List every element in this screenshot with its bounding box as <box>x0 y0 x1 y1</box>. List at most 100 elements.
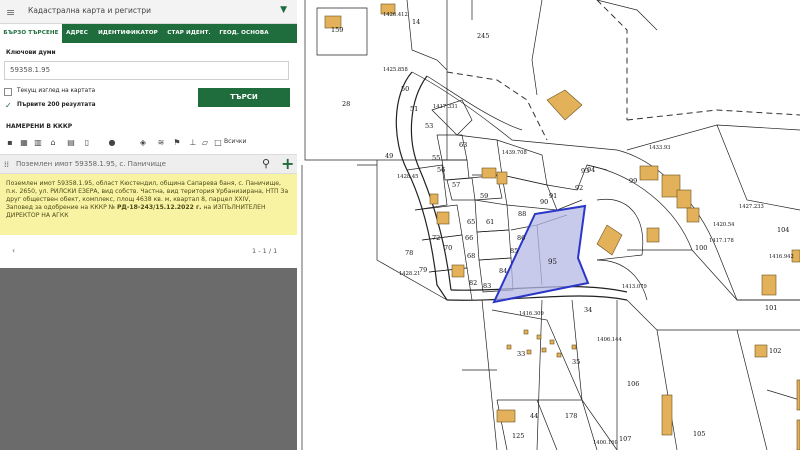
parcel-label-33: 33 <box>517 350 525 358</box>
flag-filter-icon[interactable]: ⚑ <box>170 134 184 152</box>
parcel-label-83: 83 <box>483 282 491 290</box>
building <box>451 264 465 278</box>
map-canvas[interactable]: 14 245 159 28 50 51 53 55 56 57 63 49 59… <box>297 0 800 450</box>
building-filter-icon[interactable]: ▤ <box>64 134 78 152</box>
parcel-label-28: 28 <box>342 100 350 108</box>
building <box>754 344 768 358</box>
parcel-label-51: 51 <box>410 105 418 113</box>
layers-filter-icon[interactable]: ◈ <box>136 134 150 152</box>
parcel-label-245: 245 <box>477 32 489 40</box>
result-header[interactable]: ⁞⁞ Поземлен имот 59358.1.95, с. Паничище… <box>0 154 297 174</box>
parcel-label-125: 125 <box>512 432 524 440</box>
stack-filter-icon[interactable]: ≋ <box>154 134 168 152</box>
filter-icon-row: ▪ ▦ ▥ ⌂ ▤ ▯ ● ◈ ≋ ⚑ ⊥ ▱ □ Всички <box>0 134 297 152</box>
plus-icon[interactable]: + <box>281 154 294 173</box>
small-building <box>541 347 547 353</box>
all-checkbox[interactable]: □ <box>211 134 225 152</box>
parcel-label-35: 35 <box>572 358 580 366</box>
chevron-down-icon[interactable]: ▼ <box>280 5 287 15</box>
point-label: 1416.942 <box>769 254 794 260</box>
result-description: Поземлен имот 59358.1.95, област Кюстенд… <box>6 180 289 203</box>
parcel-label-102: 102 <box>769 347 781 355</box>
pager-prev-button[interactable]: ‹ <box>12 246 15 255</box>
layer-dropdown[interactable]: ≡ Кадастрална карта и регистри ▼ <box>0 0 297 24</box>
small-building <box>506 344 512 350</box>
building <box>481 167 497 179</box>
small-building <box>536 334 542 340</box>
parcel-label-14: 14 <box>412 18 420 26</box>
parcel-label-85: 85 <box>510 247 518 255</box>
first-200-checkbox[interactable]: ✓ <box>5 102 12 110</box>
point-label: 1417.331 <box>433 104 458 110</box>
parcel-label-90: 90 <box>540 198 548 206</box>
tab-quick-search[interactable]: БЪРЗО ТЪРСЕНЕ <box>0 24 62 43</box>
parcel-label-61: 61 <box>486 218 494 226</box>
parcel-label-88: 88 <box>518 210 526 218</box>
building <box>761 274 777 296</box>
parcel-label-59: 59 <box>480 192 488 200</box>
parcel-label-34: 34 <box>584 306 592 314</box>
tab-identifier[interactable]: ИДЕНТИФИКАТОР <box>92 24 164 43</box>
building <box>429 193 439 205</box>
parcel-label-91: 91 <box>549 192 557 200</box>
parcel-label-101: 101 <box>765 304 777 312</box>
magnifier-icon[interactable]: ⚲ <box>262 157 270 170</box>
small-building <box>549 339 555 345</box>
polygon-filter-icon[interactable]: ▱ <box>198 134 212 152</box>
grid-filter-icon[interactable]: ▪ <box>3 134 17 152</box>
parcel-label-159: 159 <box>331 26 343 34</box>
small-building <box>556 352 562 358</box>
parcel-label-65: 65 <box>467 218 475 226</box>
building <box>676 189 692 209</box>
current-view-checkbox[interactable] <box>4 88 12 96</box>
point-label: 1406.144 <box>597 337 622 343</box>
house-filter-icon[interactable]: ⌂ <box>46 134 60 152</box>
point-label: 1420.54 <box>713 222 735 228</box>
columns-filter-icon[interactable]: ▥ <box>31 134 45 152</box>
point-label: 1416.309 <box>519 311 544 317</box>
result-title: Поземлен имот 59358.1.95, с. Паничище <box>16 160 166 168</box>
parcel-label-107: 107 <box>619 435 631 443</box>
building <box>686 207 700 223</box>
first-200-label: Първите 200 резултата <box>17 102 96 108</box>
point-label: 1428.21 <box>399 271 420 277</box>
approval-order: Заповед за одобрение на КККР № РД-18-243… <box>6 204 291 220</box>
point-label: 1426.412 <box>383 12 408 18</box>
small-building <box>526 349 532 355</box>
current-view-label: Текущ изглед на картата <box>17 88 96 94</box>
building <box>661 394 673 436</box>
search-button[interactable]: ТЪРСИ <box>198 88 290 107</box>
parcel-label-44: 44 <box>530 412 538 420</box>
building <box>436 211 450 225</box>
tab-address[interactable]: АДРЕС <box>62 24 92 43</box>
point-label: 1433.93 <box>649 145 670 151</box>
point-label: 1439.708 <box>502 150 527 156</box>
survey-point-labels: 1426.412 1425.858 1417.331 1439.708 1433… <box>383 12 794 446</box>
point-label: 1413.079 <box>622 284 647 290</box>
approval-order-prefix: Заповед за одобрение на КККР № <box>6 203 116 211</box>
parcel-label-72: 72 <box>432 234 440 242</box>
keywords-label: Ключови думи <box>6 50 56 56</box>
parcel-label-100: 100 <box>695 244 707 252</box>
parcel-label-95: 95 <box>548 258 557 266</box>
parcel-label-55: 55 <box>432 154 440 162</box>
parcel-label-82: 82 <box>469 279 477 287</box>
calculator-filter-icon[interactable]: ▯ <box>80 134 94 152</box>
location-pin-icon[interactable]: ● <box>105 134 119 152</box>
keywords-input[interactable]: 59358.1.95 <box>4 61 289 80</box>
tab-old-identifier[interactable]: СТАР ИДЕНТ. <box>164 24 214 43</box>
parcel-label-104: 104 <box>777 226 789 234</box>
parcel-label-66: 66 <box>465 234 473 242</box>
parcel-label-49: 49 <box>385 152 393 160</box>
approval-order-number: РД-18-243/15.12.2022 г. <box>116 203 202 211</box>
grid-all-icon[interactable]: ▦ <box>17 134 31 152</box>
point-label: 1400.160 <box>593 440 618 446</box>
parcel-label-92: 92 <box>575 184 583 192</box>
building <box>496 171 508 185</box>
grid-icon: ⁞⁞ <box>4 160 10 169</box>
parcel-label-99: 99 <box>629 177 637 185</box>
tab-geodetic-base[interactable]: ГЕОД. ОСНОВА <box>214 24 274 43</box>
side-panel: ≡ Кадастрална карта и регистри ▼ БЪРЗО Т… <box>0 0 297 450</box>
parcel-label-53: 53 <box>425 122 433 130</box>
cadastral-map[interactable]: 14 245 159 28 50 51 53 55 56 57 63 49 59… <box>297 0 800 450</box>
